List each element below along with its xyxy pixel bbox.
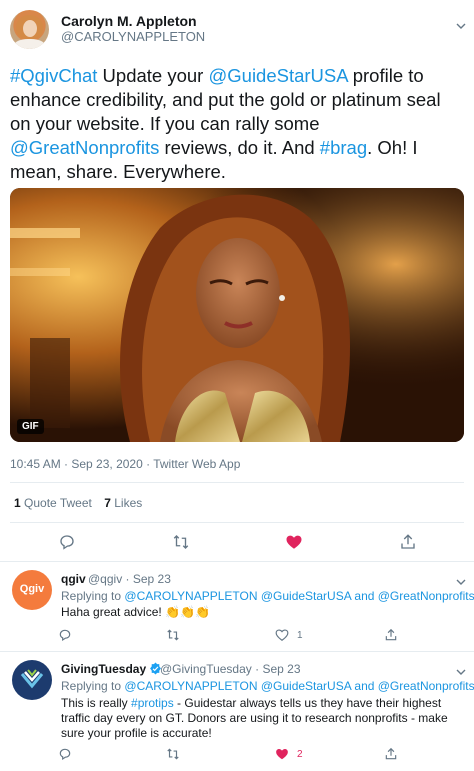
like-count[interactable]: 7 — [104, 496, 111, 510]
replying-to: Replying to @CAROLYNAPPLETON @GuideStarU… — [61, 679, 474, 693]
qgiv-logo-text: Qgiv — [19, 583, 45, 595]
gif-frame-image — [10, 188, 464, 442]
tweet-text: #QgivChat Update your @GuideStarUSA prof… — [10, 64, 455, 184]
heart-icon[interactable] — [275, 628, 289, 642]
heart-filled-icon[interactable] — [275, 747, 289, 761]
reply-text-segment: sure your profile is accurate! — [61, 726, 212, 740]
reply-text-line: sure your profile is accurate! — [61, 726, 212, 740]
givingtuesday-logo-icon — [20, 669, 44, 689]
reply-icon[interactable] — [58, 747, 72, 761]
quote-label[interactable]: Quote Tweet — [24, 496, 92, 510]
replying-label: Replying to — [61, 589, 122, 603]
text-link[interactable]: @GreatNonprofits — [10, 137, 159, 158]
like-label[interactable]: Likes — [114, 496, 142, 510]
reply-text-segment: traffic day every on GT. Donors are usin… — [61, 711, 448, 725]
replying-to: Replying to @CAROLYNAPPLETON @GuideStarU… — [61, 589, 474, 603]
gif-badge: GIF — [17, 419, 44, 434]
author-handle[interactable]: @CAROLYNAPPLETON — [61, 29, 205, 44]
reply-text-segment: - Guidestar always tells us they have th… — [173, 696, 442, 710]
reply-text-line: This is really #protips - Guidestar alwa… — [61, 696, 441, 710]
reply-author-name[interactable]: GivingTuesday — [61, 662, 162, 676]
replying-to-links[interactable]: @CAROLYNAPPLETON @GuideStarUSA and @Grea… — [124, 589, 474, 603]
divider — [10, 482, 464, 483]
reply-tweet[interactable]: Qgiv qgiv @qgiv · Sep 23 Replying to @CA… — [0, 562, 474, 651]
tweet-timestamp[interactable]: 10:45 AM · Sep 23, 2020 · Twitter Web Ap… — [10, 457, 240, 471]
reply-author-name-text[interactable]: GivingTuesday — [61, 662, 146, 676]
chevron-down-icon[interactable] — [456, 574, 466, 585]
qgiv-avatar[interactable]: Qgiv — [12, 570, 52, 610]
reply-text: Haha great advice! 👏👏👏 — [61, 605, 210, 619]
author-avatar[interactable] — [10, 10, 49, 49]
reply-date[interactable]: Sep 23 — [133, 572, 171, 586]
reply-author-meta: @qgiv · Sep 23 — [88, 572, 171, 586]
text-link[interactable]: #QgivChat — [10, 65, 97, 86]
reply-text-line: traffic day every on GT. Donors are usin… — [61, 711, 448, 725]
reply-icon[interactable] — [58, 628, 72, 642]
tweet-text-segment: Update your — [97, 65, 209, 86]
tweet-text-segment: reviews, do it. And — [159, 137, 320, 158]
tweet-stats: 1 Quote Tweet 7 Likes — [14, 496, 142, 510]
reply-like-count: 1 — [297, 630, 303, 641]
replying-label: Replying to — [61, 679, 122, 693]
retweet-icon[interactable] — [172, 533, 190, 551]
reply-date[interactable]: Sep 23 — [262, 662, 300, 676]
reply-handle[interactable]: @qgiv — [88, 572, 122, 586]
share-icon[interactable] — [399, 533, 417, 551]
divider — [10, 522, 464, 523]
chevron-down-icon[interactable] — [456, 18, 466, 29]
reply-author-name[interactable]: qgiv — [61, 572, 86, 586]
chevron-down-icon[interactable] — [456, 664, 466, 675]
reply-like-count: 2 — [297, 749, 303, 760]
tweet-gif[interactable]: GIF — [10, 188, 464, 442]
reply-icon[interactable] — [58, 533, 76, 551]
share-icon[interactable] — [384, 747, 398, 761]
text-link[interactable]: #brag — [320, 137, 367, 158]
retweet-icon[interactable] — [166, 628, 180, 642]
reply-text-segment: This is really — [61, 696, 132, 710]
quote-count[interactable]: 1 — [14, 496, 21, 510]
reply-author-meta: @GivingTuesday · Sep 23 — [160, 662, 301, 676]
replying-to-links[interactable]: @CAROLYNAPPLETON @GuideStarUSA and @Grea… — [124, 679, 474, 693]
givingtuesday-avatar[interactable] — [12, 660, 52, 700]
retweet-icon[interactable] — [166, 747, 180, 761]
heart-filled-icon[interactable] — [285, 533, 303, 551]
text-link[interactable]: #protips — [131, 696, 174, 710]
author-name[interactable]: Carolyn M. Appleton — [61, 13, 197, 29]
reply-handle[interactable]: @GivingTuesday — [160, 662, 252, 676]
reply-tweet[interactable]: GivingTuesday @GivingTuesday · Sep 23 Re… — [0, 652, 474, 771]
text-link[interactable]: @GuideStarUSA — [208, 65, 347, 86]
share-icon[interactable] — [384, 628, 398, 642]
